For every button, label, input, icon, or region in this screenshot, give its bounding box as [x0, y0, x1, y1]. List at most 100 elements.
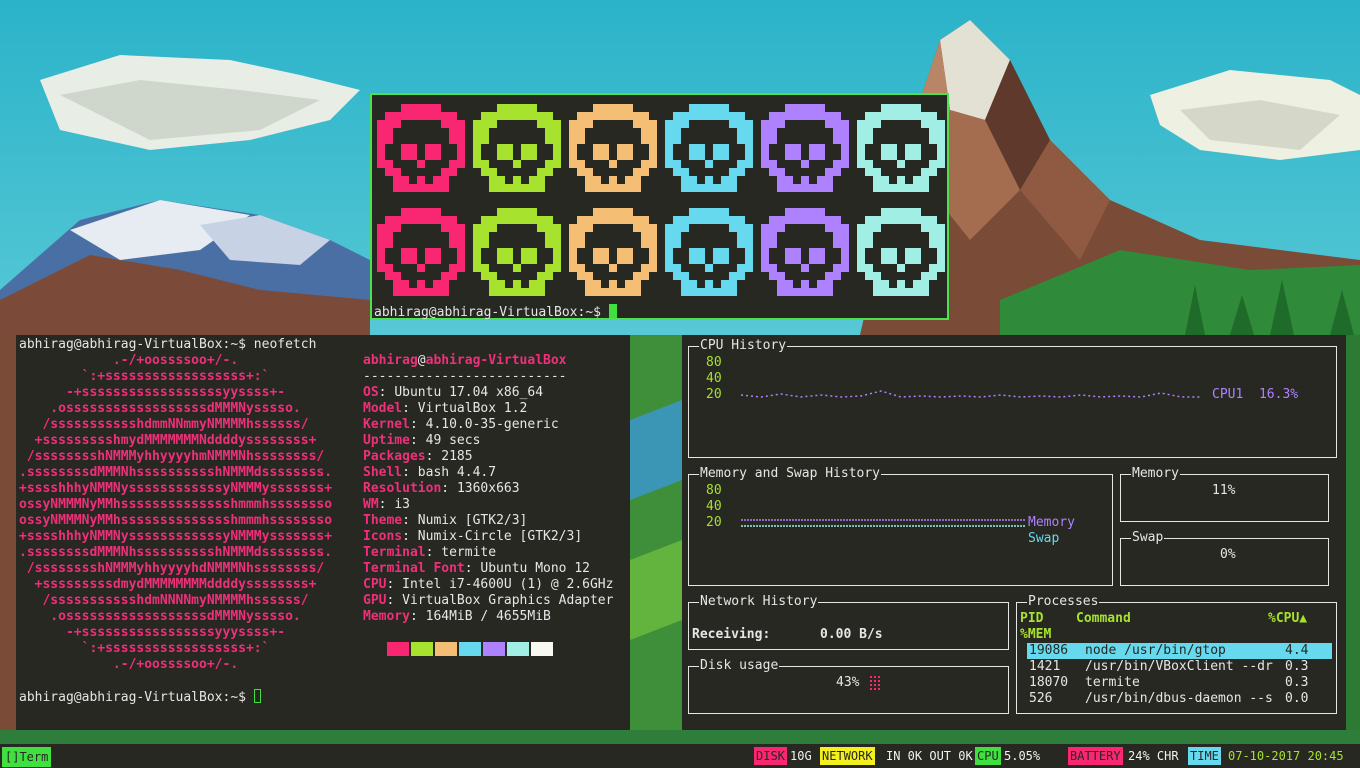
col-command[interactable]: Command [1076, 611, 1131, 627]
clock: 07-10-2017 20:45 [1228, 749, 1344, 763]
skull-icon [473, 104, 561, 192]
skull-icon [473, 208, 561, 296]
info-key: Uptime [363, 433, 410, 448]
logo-line: /sssssssshNMMMyhhyyyyhmNMMMNhssssssss/ [19, 449, 325, 464]
color-swatch [459, 642, 481, 656]
info-row: Terminal Font: Ubuntu Mono 12 [363, 561, 590, 576]
workspace-number: [] [5, 750, 20, 764]
process-command: /usr/bin/dbus-daemon --s [1085, 691, 1273, 706]
color-swatch [531, 642, 553, 656]
skulls-terminal-window[interactable]: abhirag@abhirag-VirtualBox:~$ [370, 93, 949, 320]
color-swatch [435, 642, 457, 656]
info-key: Terminal Font [363, 561, 465, 576]
col-cpu[interactable]: %CPU▲ [1268, 611, 1307, 627]
logo-line: /ssssssssssshdmmNNmmyNMMMMhssssss/ [19, 417, 309, 432]
cpu-legend-value: 16.3% [1258, 387, 1299, 402]
info-key: Packages [363, 449, 426, 464]
color-swatch [483, 642, 505, 656]
panel-title: Memory and Swap History [699, 466, 882, 482]
info-value: 1360x663 [456, 481, 520, 496]
logo-line: .ossssssssssssssssssdMMMNysssso. [19, 401, 301, 416]
terminal-prompt[interactable]: abhirag@abhirag-VirtualBox:~$ [374, 304, 617, 321]
process-row[interactable]: 1421/usr/bin/VBoxClient --dr 0.3 [1027, 659, 1332, 675]
skull-icon [665, 208, 753, 296]
cpu-history-panel: CPU History 80 40 20 CPU1 16.3% [688, 338, 1337, 458]
network-tag: NETWORK [820, 747, 875, 765]
logo-line: .ossssssssssssssssssdMMMNysssso. [19, 609, 301, 624]
info-value: bash 4.4.7 [417, 465, 497, 480]
process-cpu: 0.3 [1285, 675, 1309, 690]
info-value: VirtualBox 1.2 [417, 401, 528, 416]
info-value: VirtualBox Graphics Adapter [402, 593, 614, 608]
skull-icon [857, 104, 945, 192]
battery-status: 24% CHR [1128, 749, 1179, 763]
logo-line: .ssssssssdMMMNhsssssssssshNMMMdssssssss. [19, 545, 333, 560]
info-value: Intel i7-4600U (1) @ 2.6GHz [402, 577, 614, 592]
y-tick: 40 [706, 371, 722, 386]
info-value: Numix-Circle [GTK2/3] [417, 529, 583, 544]
info-value: Ubuntu Mono 12 [480, 561, 590, 576]
info-separator: -------------------------- [363, 369, 567, 384]
skull-icon [761, 208, 849, 296]
info-key: Kernel [363, 417, 410, 432]
info-row: Shell: bash 4.4.7 [363, 465, 497, 480]
logo-line: `:+ssssssssssssssssss+:` [19, 641, 270, 656]
process-row[interactable]: 526/usr/bin/dbus-daemon --s 0.0 [1027, 691, 1332, 707]
command-line: abhirag@abhirag-VirtualBox:~$ neofetch [19, 337, 317, 352]
process-row[interactable]: 19086 node /usr/bin/gtop 4.4 [1027, 643, 1332, 659]
neofetch-terminal-window[interactable]: abhirag@abhirag-VirtualBox:~$ neofetch .… [16, 335, 630, 730]
skull-icon [569, 208, 657, 296]
y-tick: 40 [706, 499, 722, 514]
col-mem[interactable]: %MEM [1020, 627, 1051, 643]
i3-status-bar: []Term DISK 10G NETWORK IN 0K OUT 0K CPU… [0, 744, 1360, 768]
y-tick: 80 [706, 355, 722, 370]
info-key: Shell [363, 465, 403, 480]
info-row: Terminal: termite [363, 545, 497, 560]
info-value: 2185 [441, 449, 473, 464]
info-value: Numix [GTK2/3] [417, 513, 528, 528]
skull-icon [857, 208, 945, 296]
network-history-panel: Network History Receiving: 0.00 B/s [688, 594, 1009, 650]
disk-status: 10G [790, 749, 812, 763]
info-row: WM: i3 [363, 497, 410, 512]
info-key: WM [363, 497, 379, 512]
memory-value: 11% [1212, 483, 1236, 498]
info-user: abhirag [363, 353, 418, 368]
logo-line: `:+ssssssssssssssssss+:` [19, 369, 270, 384]
info-key: Memory [363, 609, 410, 624]
color-swatch [507, 642, 529, 656]
logo-line: /sssssssshNMMMyhhyyyyhdNMMMNhssssssss/ [19, 561, 325, 576]
info-row: GPU: VirtualBox Graphics Adapter [363, 593, 614, 608]
skull-icon [569, 104, 657, 192]
color-swatch [411, 642, 433, 656]
panel-title: Disk usage [699, 658, 780, 674]
memory-panel: Memory 11% [1120, 466, 1329, 522]
panel-title: Processes [1027, 594, 1100, 610]
process-command: termite [1085, 675, 1140, 690]
cpu-legend-label: CPU1 [1212, 387, 1244, 402]
workspace-button[interactable]: []Term [2, 747, 52, 767]
swap-panel: Swap 0% [1120, 530, 1329, 586]
process-command: node /usr/bin/gtop [1085, 643, 1226, 658]
process-cpu: 4.4 [1285, 643, 1309, 658]
terminal-prompt[interactable]: abhirag@abhirag-VirtualBox:~$ [19, 689, 261, 706]
battery-tag: BATTERY [1068, 747, 1123, 765]
memory-line-chart [741, 519, 1026, 527]
y-tick: 80 [706, 483, 722, 498]
logo-line: /ssssssssssshdmNNNNmyNMMMMhssssss/ [19, 593, 309, 608]
panel-title: Network History [699, 594, 819, 610]
logo-line: .-/+oossssoo+/-. [19, 353, 239, 368]
info-key: CPU [363, 577, 387, 592]
skull-icon [665, 104, 753, 192]
y-tick: 20 [706, 515, 722, 530]
process-cpu: 0.0 [1285, 691, 1309, 706]
color-swatch [387, 642, 409, 656]
col-pid[interactable]: PID [1020, 611, 1043, 627]
info-row: Uptime: 49 secs [363, 433, 481, 448]
memory-swap-history-panel: Memory and Swap History 80 40 20 Memory … [688, 466, 1113, 586]
info-value: 164MiB / 4655MiB [425, 609, 551, 624]
info-row: Resolution: 1360x663 [363, 481, 520, 496]
gtop-terminal-window[interactable]: CPU History 80 40 20 CPU1 16.3% Memory a… [682, 335, 1346, 730]
process-row[interactable]: 18070 termite 0.3 [1027, 675, 1332, 691]
info-value: termite [441, 545, 497, 560]
